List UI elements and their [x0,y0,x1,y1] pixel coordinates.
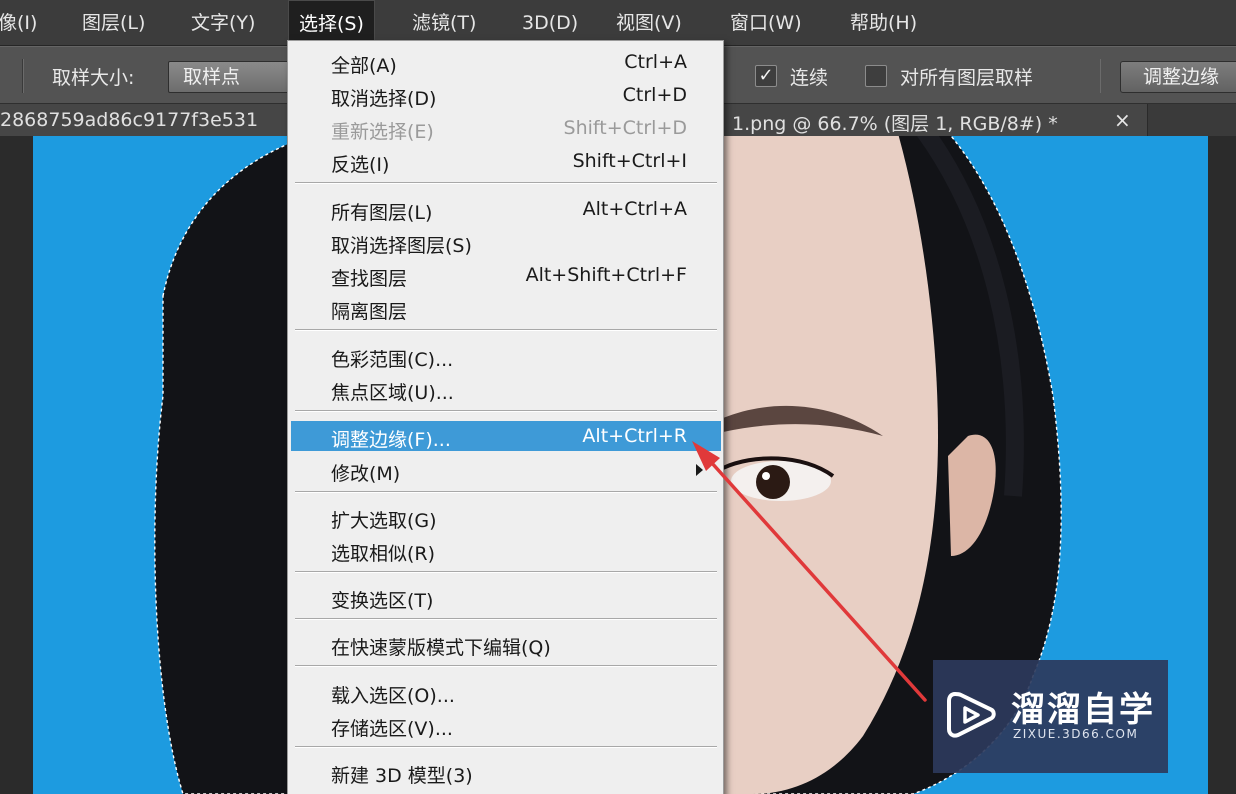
close-tab-icon[interactable]: × [1114,108,1131,132]
menu-layer[interactable]: 图层(L) [76,0,151,46]
menu-item-similar[interactable]: 选取相似(R) [291,535,721,565]
menu-item-all[interactable]: 全部(A) Ctrl+A [291,47,721,77]
menu-item-label: 存储选区(V)... [331,718,453,740]
watermark-title: 溜溜自学 [1011,690,1155,730]
all-layers-checkbox[interactable] [865,65,887,87]
menu-item-deselect[interactable]: 取消选择(D) Ctrl+D [291,80,721,110]
menu-item-color-range[interactable]: 色彩范围(C)... [291,341,721,371]
menu-item-shortcut: Alt+Ctrl+A [582,198,687,220]
play-logo-icon [947,691,996,738]
menu-item-label: 焦点区域(U)... [331,382,454,404]
menu-item-quick-mask[interactable]: 在快速蒙版模式下编辑(Q) [291,629,721,659]
menu-item-label: 新建 3D 模型(3) [331,765,473,787]
menu-item-new-3d-model[interactable]: 新建 3D 模型(3) [291,757,721,787]
all-layers-label: 对所有图层取样 [900,67,1034,89]
menu-separator [295,491,717,493]
sample-size-label: 取样大小: [52,67,135,89]
menu-item-label: 所有图层(L) [331,202,433,224]
menu-separator [295,665,717,667]
menu-item-label: 隔离图层 [331,301,408,323]
menu-item-inverse[interactable]: 反选(I) Shift+Ctrl+I [291,146,721,176]
menu-type[interactable]: 文字(Y) [185,0,261,46]
menu-item-label: 选取相似(R) [331,543,436,565]
menu-item-shortcut: Ctrl+A [624,51,687,73]
menu-item-save-selection[interactable]: 存储选区(V)... [291,710,721,740]
menu-separator [295,618,717,620]
menu-item-deselect-layers[interactable]: 取消选择图层(S) [291,227,721,257]
submenu-arrow-icon [696,464,703,476]
menu-item-label: 全部(A) [331,55,397,77]
menu-item-refine-edge[interactable]: 调整边缘(F)... Alt+Ctrl+R [291,421,721,451]
options-separator [1100,59,1101,93]
menu-separator [295,571,717,573]
menu-item-reselect[interactable]: 重新选择(E) Shift+Ctrl+D [291,113,721,143]
menu-item-label: 重新选择(E) [331,121,434,143]
menu-separator [295,746,717,748]
document-tab-title-right: 1.png @ 66.7% (图层 1, RGB/8#) * [732,113,1058,135]
menu-item-shortcut: Ctrl+D [622,84,687,106]
menu-item-load-selection[interactable]: 载入选区(O)... [291,677,721,707]
menu-item-label: 查找图层 [331,268,408,290]
contiguous-label: 连续 [790,67,829,89]
menu-item-label: 反选(I) [331,154,390,176]
menu-item-label: 修改(M) [331,463,401,485]
menu-separator [295,410,717,412]
menu-item-find-layers[interactable]: 查找图层 Alt+Shift+Ctrl+F [291,260,721,290]
watermark-logo: 溜溜自学 ZIXUE.3D66.COM [933,660,1168,773]
menu-item-shortcut: Shift+Ctrl+D [563,117,687,139]
menu-separator [295,329,717,331]
menu-item-label: 扩大选取(G) [331,510,437,532]
watermark-subtitle: ZIXUE.3D66.COM [1013,727,1139,741]
menu-item-focus-area[interactable]: 焦点区域(U)... [291,374,721,404]
document-tab-title-left: 2868759ad86c9177f3e531 [0,109,259,131]
menu-item-grow[interactable]: 扩大选取(G) [291,502,721,532]
contiguous-checkbox[interactable]: ✓ [755,65,777,87]
menu-item-isolate-layers[interactable]: 隔离图层 [291,293,721,323]
menu-window[interactable]: 窗口(W) [724,0,808,46]
select-menu-dropdown: 全部(A) Ctrl+A 取消选择(D) Ctrl+D 重新选择(E) Shif… [287,40,724,794]
menu-item-label: 在快速蒙版模式下编辑(Q) [331,637,551,659]
menu-item-transform-selection[interactable]: 变换选区(T) [291,582,721,612]
menu-item-shortcut: Alt+Ctrl+R [582,425,687,447]
sample-size-select[interactable]: 取样点 [168,61,298,93]
menu-item-shortcut: Shift+Ctrl+I [572,150,687,172]
menu-item-label: 取消选择(D) [331,88,437,110]
menu-item-shortcut: Alt+Shift+Ctrl+F [525,264,687,286]
menu-item-label: 变换选区(T) [331,590,434,612]
menu-item-label: 载入选区(O)... [331,685,455,707]
menu-help[interactable]: 帮助(H) [844,0,923,46]
menu-image[interactable]: 像(I) [0,0,43,46]
menu-item-label: 色彩范围(C)... [331,349,454,371]
refine-edge-button[interactable]: 调整边缘 [1120,61,1236,93]
options-bar-grip[interactable] [22,59,24,93]
menu-item-all-layers[interactable]: 所有图层(L) Alt+Ctrl+A [291,194,721,224]
menu-item-label: 调整边缘(F)... [331,429,451,451]
menu-item-modify[interactable]: 修改(M) [291,455,721,485]
menu-item-label: 取消选择图层(S) [331,235,472,257]
menu-separator [295,182,717,184]
